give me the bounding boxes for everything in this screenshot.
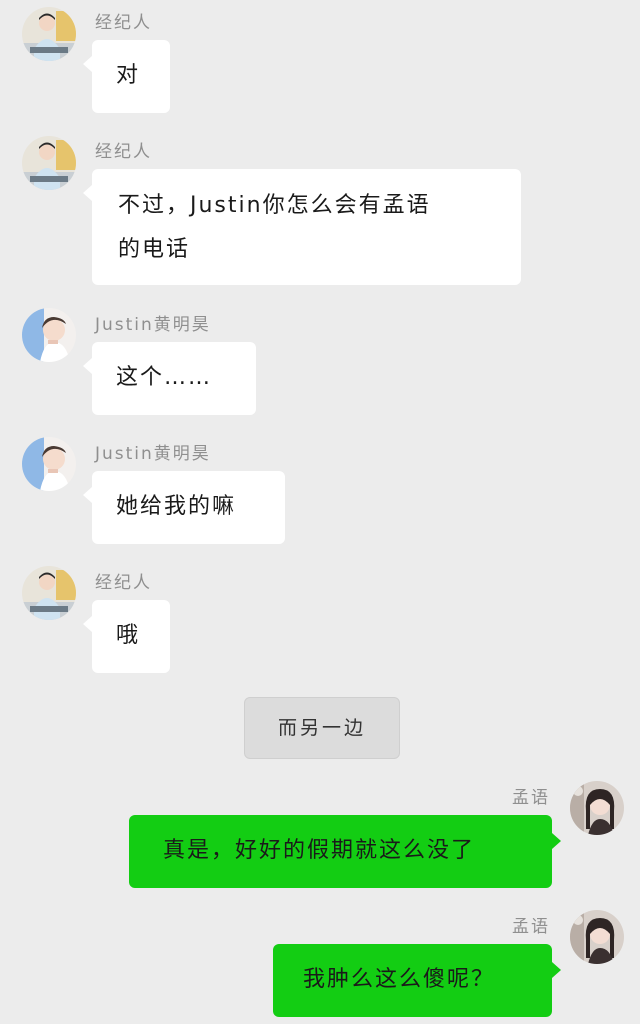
message-text: 真是，好好的假期就这么没了	[163, 838, 476, 863]
agent-avatar-icon[interactable]	[22, 7, 76, 61]
message-bubble[interactable]: 我肿么这么傻呢？	[273, 944, 561, 1017]
message-bubble[interactable]: 不过，Justin你怎么会有孟语 的电话	[83, 169, 521, 285]
message-text: 我肿么这么傻呢？	[303, 967, 496, 992]
justin-avatar-icon[interactable]	[22, 437, 76, 491]
message-bubble[interactable]: 她给我的嘛	[83, 471, 285, 544]
justin-avatar-icon[interactable]	[22, 308, 76, 362]
sender-name: 孟语	[512, 788, 550, 808]
message-text: 这个……	[116, 365, 213, 390]
sender-name: 孟语	[512, 917, 550, 937]
sender-name: Justin黄明昊	[95, 444, 211, 464]
scene-divider-text: 而另一边	[277, 717, 366, 739]
agent-avatar-icon[interactable]	[22, 566, 76, 620]
message-bubble[interactable]: 对	[83, 40, 170, 113]
message-bubble[interactable]: 哦	[83, 600, 170, 673]
mengyu-avatar-icon[interactable]	[570, 910, 624, 964]
message-text-line: 的电话	[118, 237, 191, 262]
message-text: 她给我的嘛	[116, 494, 237, 519]
sender-name: 经纪人	[95, 142, 152, 162]
scene-divider: 而另一边	[244, 697, 400, 759]
message-bubble[interactable]: 这个……	[83, 342, 256, 415]
agent-avatar-icon[interactable]	[22, 136, 76, 190]
sender-name: 经纪人	[95, 13, 152, 33]
sender-name: 经纪人	[95, 573, 152, 593]
message-bubble[interactable]: 真是，好好的假期就这么没了	[129, 815, 561, 888]
message-text: 对	[116, 63, 141, 88]
mengyu-avatar-icon[interactable]	[570, 781, 624, 835]
message-text-line: 不过，Justin你怎么会有孟语	[118, 193, 431, 218]
sender-name: Justin黄明昊	[95, 315, 211, 335]
message-text: 哦	[116, 623, 141, 648]
